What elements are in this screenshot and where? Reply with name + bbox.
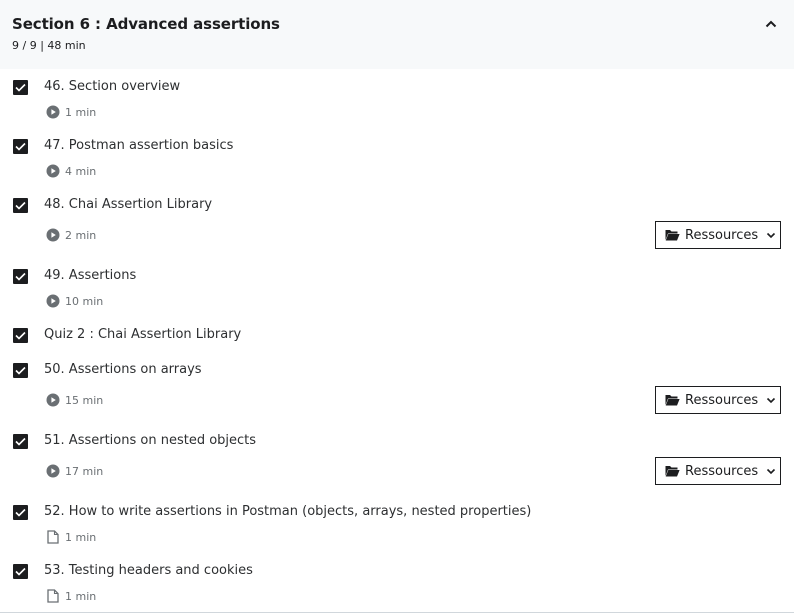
lecture-title[interactable]: 51. Assertions on nested objects xyxy=(44,433,256,448)
lecture-title[interactable]: 46. Section overview xyxy=(44,79,180,94)
play-circle-icon xyxy=(46,393,60,407)
folder-open-icon xyxy=(665,466,680,477)
completed-checkbox[interactable] xyxy=(13,269,28,284)
checkmark-icon xyxy=(15,331,26,340)
duration-text: 2 min xyxy=(65,228,97,242)
lecture-duration: 1 min xyxy=(46,589,96,603)
lecture-title[interactable]: 48. Chai Assertion Library xyxy=(44,197,212,212)
lecture-duration: 10 min xyxy=(46,294,103,308)
folder-open-icon xyxy=(665,395,680,406)
chevron-up-icon xyxy=(765,20,777,28)
play-circle-icon xyxy=(46,294,60,308)
completed-checkbox[interactable] xyxy=(13,363,28,378)
play-icon-wrap xyxy=(46,228,60,242)
completed-checkbox[interactable] xyxy=(13,80,28,95)
resources-label: Ressources xyxy=(685,392,759,408)
section-title: Section 6 : Advanced assertions xyxy=(12,15,280,33)
collapse-section-button[interactable] xyxy=(759,13,783,35)
document-icon-wrap xyxy=(46,530,60,544)
lecture-duration: 1 min xyxy=(46,530,96,544)
resources-label: Ressources xyxy=(685,227,759,243)
folder-open-icon xyxy=(665,230,680,241)
folder-icon-wrap xyxy=(665,465,680,477)
checkmark-icon xyxy=(15,567,26,576)
duration-text: 17 min xyxy=(65,464,104,478)
checkmark-icon xyxy=(15,366,26,375)
document-icon-wrap xyxy=(46,589,60,603)
play-icon-wrap xyxy=(46,393,60,407)
section-header[interactable]: Section 6 : Advanced assertions 9 / 9 | … xyxy=(0,0,794,69)
resources-dropdown-button[interactable]: Ressources xyxy=(655,221,781,249)
dropdown-icon-wrap xyxy=(766,467,776,475)
lecture-title[interactable]: Quiz 2 : Chai Assertion Library xyxy=(44,327,241,342)
checkmark-icon xyxy=(15,437,26,446)
resources-label: Ressources xyxy=(685,463,759,479)
lecture-title[interactable]: 49. Assertions xyxy=(44,268,136,283)
play-circle-icon xyxy=(46,105,60,119)
lecture-duration: 2 min xyxy=(46,228,96,242)
completed-checkbox[interactable] xyxy=(13,564,28,579)
checkmark-icon xyxy=(15,201,26,210)
lecture-title[interactable]: 47. Postman assertion basics xyxy=(44,138,233,153)
chevron-down-icon xyxy=(767,232,776,239)
play-circle-icon xyxy=(46,228,60,242)
chevron-down-icon xyxy=(767,397,776,404)
resources-dropdown-button[interactable]: Ressources xyxy=(655,457,781,485)
lecture-title[interactable]: 50. Assertions on arrays xyxy=(44,362,202,377)
document-icon xyxy=(47,530,59,544)
play-circle-icon xyxy=(46,164,60,178)
completed-checkbox[interactable] xyxy=(13,139,28,154)
divider xyxy=(0,612,794,613)
completed-checkbox[interactable] xyxy=(13,328,28,343)
duration-text: 15 min xyxy=(65,393,104,407)
document-icon xyxy=(47,589,59,603)
completed-checkbox[interactable] xyxy=(13,434,28,449)
lecture-duration: 4 min xyxy=(46,164,96,178)
folder-icon-wrap xyxy=(665,394,680,406)
duration-text: 10 min xyxy=(65,294,104,308)
dropdown-icon-wrap xyxy=(766,396,776,404)
play-icon-wrap xyxy=(46,294,60,308)
duration-text: 1 min xyxy=(65,105,97,119)
chevron-down-icon xyxy=(767,468,776,475)
duration-text: 4 min xyxy=(65,164,97,178)
duration-text: 1 min xyxy=(65,530,97,544)
play-icon-wrap xyxy=(46,105,60,119)
completed-checkbox[interactable] xyxy=(13,198,28,213)
resources-dropdown-button[interactable]: Ressources xyxy=(655,386,781,414)
checkmark-icon xyxy=(15,142,26,151)
duration-text: 1 min xyxy=(65,589,97,603)
play-circle-icon xyxy=(46,464,60,478)
play-icon-wrap xyxy=(46,464,60,478)
lecture-duration: 17 min xyxy=(46,464,103,478)
lecture-title[interactable]: 52. How to write assertions in Postman (… xyxy=(44,504,531,519)
dropdown-icon-wrap xyxy=(766,231,776,239)
lecture-duration: 1 min xyxy=(46,105,96,119)
completed-checkbox[interactable] xyxy=(13,505,28,520)
folder-icon-wrap xyxy=(665,229,680,241)
lecture-duration: 15 min xyxy=(46,393,103,407)
checkmark-icon xyxy=(15,83,26,92)
play-icon-wrap xyxy=(46,164,60,178)
section-progress-meta: 9 / 9 | 48 min xyxy=(12,39,86,52)
checkmark-icon xyxy=(15,508,26,517)
lecture-title[interactable]: 53. Testing headers and cookies xyxy=(44,563,253,578)
checkmark-icon xyxy=(15,272,26,281)
